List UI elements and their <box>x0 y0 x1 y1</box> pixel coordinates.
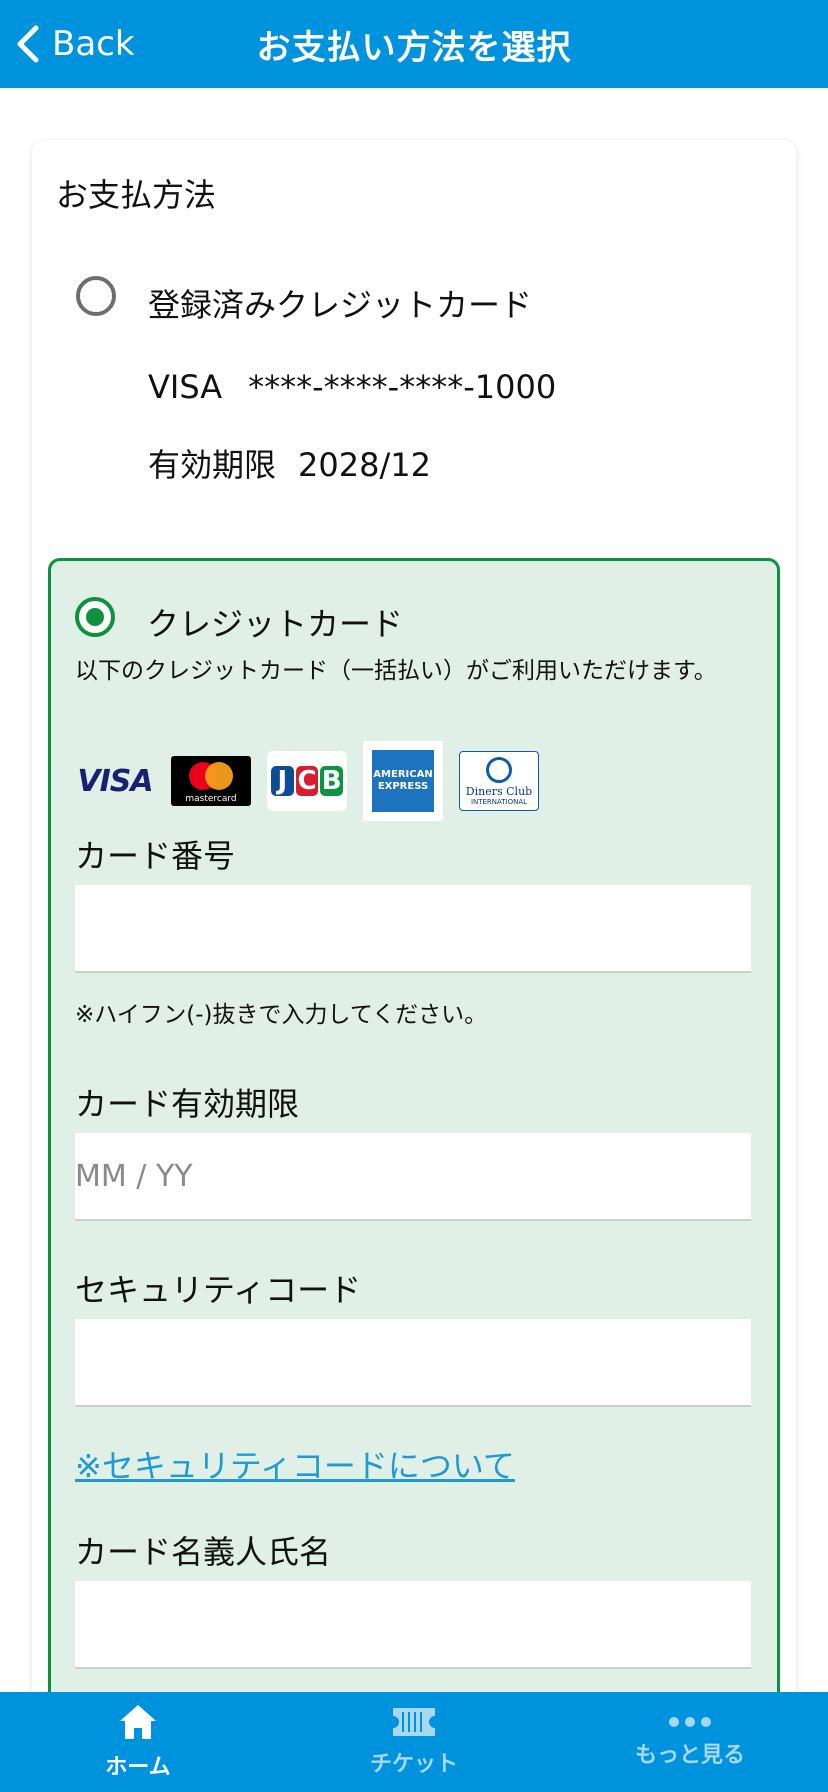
nav-home[interactable]: ホーム <box>0 1692 276 1792</box>
card-expiry-label: カード有効期限 <box>75 1085 300 1123</box>
section-title: お支払方法 <box>56 176 217 214</box>
security-code-help-link[interactable]: ※セキュリティコードについて <box>75 1441 515 1487</box>
security-code-input[interactable] <box>75 1319 751 1407</box>
home-icon <box>120 1705 156 1739</box>
nav-ticket[interactable]: チケット <box>276 1692 552 1792</box>
app-header: Back お支払い方法を選択 <box>0 0 828 88</box>
nav-more[interactable]: もっと見る <box>552 1692 828 1792</box>
mastercard-logo: mastercard <box>171 756 251 806</box>
nav-home-label: ホーム <box>105 1755 171 1780</box>
diners-text-1: Diners Club <box>465 784 533 798</box>
card-holder-label: カード名義人氏名 <box>75 1533 332 1571</box>
saved-expiry-label: 有効期限 <box>148 446 277 484</box>
saved-card-label[interactable]: 登録済みクレジットカード <box>148 280 532 326</box>
saved-card-brand: VISA <box>148 368 223 406</box>
diners-logo: Diners Club INTERNATIONAL <box>459 751 539 811</box>
mastercard-text: mastercard <box>185 794 237 804</box>
saved-card-masked: ****-****-****-1000 <box>248 368 557 406</box>
visa-logo: VISA <box>77 763 153 799</box>
amex-logo: AMERICAN EXPRESS <box>363 741 443 821</box>
saved-card-number: VISA ****-****-****-1000 <box>148 368 582 406</box>
card-number-input[interactable] <box>75 885 751 973</box>
card-expiry-input[interactable] <box>75 1133 751 1221</box>
nav-ticket-label: チケット <box>369 1752 458 1777</box>
more-icon <box>669 1717 711 1727</box>
page-title: お支払い方法を選択 <box>256 27 572 68</box>
credit-card-label[interactable]: クレジットカード <box>147 599 403 645</box>
credit-card-note: 以下のクレジットカード（一括払い）がご利用いただけます。 <box>75 658 717 684</box>
nav-more-label: もっと見る <box>634 1743 745 1768</box>
card-number-hint: ※ハイフン(-)抜きで入力してください。 <box>75 1002 488 1028</box>
amex-text-2: EXPRESS <box>377 781 429 792</box>
card-number-label: カード番号 <box>75 837 236 875</box>
amex-text-1: AMERICAN <box>373 769 433 780</box>
card-brand-logos: VISA mastercard J C B AMERICAN EXPRESS D… <box>75 741 539 821</box>
card-holder-input[interactable] <box>75 1581 751 1669</box>
back-label: Back <box>52 24 135 64</box>
credit-card-panel: クレジットカード 以下のクレジットカード（一括払い）がご利用いただけます。 VI… <box>48 558 780 1692</box>
saved-card-radio[interactable] <box>76 276 116 316</box>
credit-card-radio[interactable] <box>75 597 115 637</box>
saved-expiry-value: 2028/12 <box>298 446 431 484</box>
jcb-logo: J C B <box>267 751 347 811</box>
payment-card: お支払方法 登録済みクレジットカード VISA ****-****-****-10… <box>32 140 796 1692</box>
ticket-icon <box>393 1708 435 1736</box>
saved-card-expiry: 有効期限 2028/12 <box>148 440 453 486</box>
back-button[interactable]: Back <box>14 0 135 88</box>
jcb-letter-j: J <box>271 766 294 796</box>
jcb-letter-c: C <box>295 766 319 796</box>
bottom-nav: ホーム チケット もっと見る <box>0 1692 828 1792</box>
content-area: お支払方法 登録済みクレジットカード VISA ****-****-****-10… <box>0 88 828 1692</box>
chevron-left-icon <box>17 25 39 63</box>
diners-text-2: INTERNATIONAL <box>470 797 528 806</box>
security-code-label: セキュリティコード <box>75 1271 362 1309</box>
jcb-letter-b: B <box>320 766 344 796</box>
